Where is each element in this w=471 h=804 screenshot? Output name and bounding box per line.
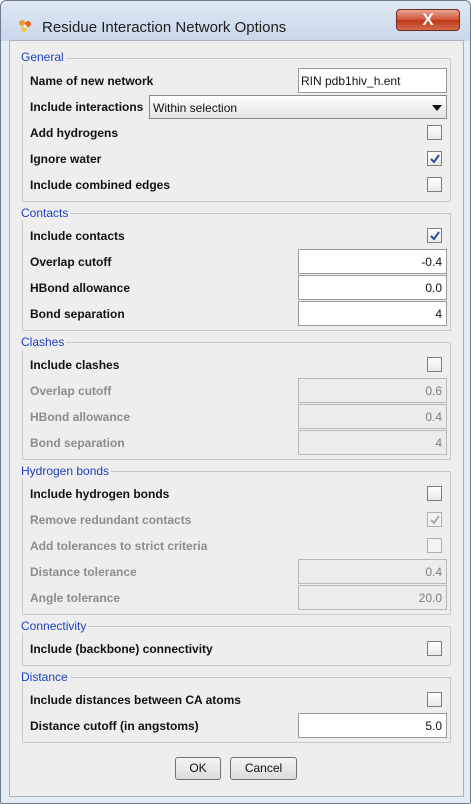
contacts-hbond-label: HBond allowance [30, 281, 131, 295]
contacts-bond-sep-label: Bond separation [30, 307, 125, 321]
ignore-water-label: Ignore water [30, 152, 102, 166]
clashes-hbond-input[interactable]: 0.4 [298, 404, 447, 429]
add-hydrogens-label: Add hydrogens [30, 126, 119, 140]
contacts-hbond-input[interactable]: 0.0 [298, 275, 447, 300]
combined-edges-checkbox[interactable] [427, 177, 442, 192]
distance-tolerance-label: Distance tolerance [30, 565, 137, 579]
window-title: Residue Interaction Network Options [42, 19, 287, 36]
contacts-section-title: Contacts [19, 206, 71, 220]
network-name-label: Name of new network [30, 74, 154, 88]
include-contacts-label: Include contacts [30, 229, 125, 243]
connectivity-section-title: Connectivity [19, 619, 89, 633]
include-clashes-label: Include clashes [30, 358, 120, 372]
add-tolerances-checkbox[interactable] [427, 538, 442, 553]
add-hydrogens-checkbox[interactable] [427, 125, 442, 140]
checkmark-icon [430, 231, 440, 241]
network-name-input[interactable]: RIN pdb1hiv_h.ent [298, 68, 447, 93]
ok-button[interactable]: OK [175, 757, 221, 780]
contacts-overlap-label: Overlap cutoff [30, 255, 112, 269]
checkmark-icon [430, 515, 440, 525]
title-bar[interactable]: Residue Interaction Network Options X [1, 1, 470, 41]
general-section-title: General [19, 50, 66, 64]
remove-redundant-checkbox[interactable] [427, 512, 442, 527]
distance-cutoff-label: Distance cutoff (in angstoms) [30, 719, 199, 733]
include-distances-label: Include distances between CA atoms [30, 693, 241, 707]
include-distances-checkbox[interactable] [427, 692, 442, 707]
include-hbonds-checkbox[interactable] [427, 486, 442, 501]
chevron-down-icon [432, 105, 442, 111]
include-connectivity-checkbox[interactable] [427, 641, 442, 656]
contacts-overlap-input[interactable]: -0.4 [298, 249, 447, 274]
distance-tolerance-input[interactable]: 0.4 [298, 559, 447, 584]
ignore-water-checkbox[interactable] [427, 151, 442, 166]
angle-tolerance-input[interactable]: 20.0 [298, 585, 447, 610]
remove-redundant-label: Remove redundant contacts [30, 513, 192, 527]
clashes-overlap-input[interactable]: 0.6 [298, 378, 447, 403]
distance-section-title: Distance [19, 670, 70, 684]
options-dialog: Residue Interaction Network Options X Ge… [0, 0, 471, 804]
include-hbonds-label: Include hydrogen bonds [30, 487, 170, 501]
angle-tolerance-label: Angle tolerance [30, 591, 121, 605]
distance-cutoff-input[interactable]: 5.0 [298, 713, 447, 738]
include-interactions-label: Include interactions [30, 100, 144, 114]
cytoscape-flower-icon [17, 18, 33, 34]
hydrogen-bonds-section-title: Hydrogen bonds [19, 464, 112, 478]
contacts-bond-sep-input[interactable]: 4 [298, 301, 447, 326]
clashes-bond-sep-label: Bond separation [30, 436, 125, 450]
include-interactions-value: Within selection [153, 101, 238, 115]
include-connectivity-label: Include (backbone) connectivity [30, 642, 213, 656]
cancel-button[interactable]: Cancel [230, 757, 297, 780]
clashes-overlap-label: Overlap cutoff [30, 384, 112, 398]
close-icon: X [422, 10, 434, 29]
checkmark-icon [430, 154, 440, 164]
clashes-hbond-label: HBond allowance [30, 410, 131, 424]
clashes-section-title: Clashes [19, 335, 67, 349]
add-tolerances-label: Add tolerances to strict criteria [30, 539, 208, 553]
close-button[interactable]: X [396, 9, 460, 31]
include-interactions-select[interactable]: Within selection [149, 95, 447, 119]
combined-edges-label: Include combined edges [30, 178, 171, 192]
clashes-bond-sep-input[interactable]: 4 [298, 430, 447, 455]
include-contacts-checkbox[interactable] [427, 228, 442, 243]
include-clashes-checkbox[interactable] [427, 357, 442, 372]
